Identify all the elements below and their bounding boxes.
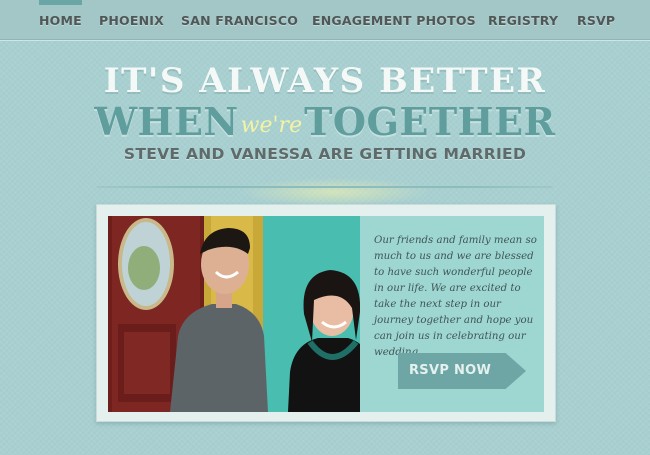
headline-line-2: WHEN we're TOGETHER [94,99,556,144]
nav-rsvp[interactable]: RSVP [577,0,615,40]
headline-when: WHEN [94,99,239,144]
main-nav: HOME PHOENIX SAN FRANCISCO ENGAGEMENT PH… [0,0,650,40]
headline-line-1: IT'S ALWAYS BETTER [103,61,547,101]
headline-were: we're [240,113,303,138]
headline-together: TOGETHER [304,99,556,144]
headline-subtitle: STEVE AND VANESSA ARE GETTING MARRIED [123,145,527,163]
nav-san-francisco[interactable]: SAN FRANCISCO [181,0,298,40]
couple-photo [108,216,388,412]
rsvp-now-button[interactable]: RSVP NOW [398,353,526,389]
nav-phoenix[interactable]: PHOENIX [99,0,164,40]
section-divider [97,186,553,188]
nav-home[interactable]: HOME [39,0,82,40]
hero-message: Our friends and family mean so much to u… [374,235,537,358]
divider-glow [240,178,430,206]
nav-registry[interactable]: REGISTRY [488,0,558,40]
nav-engagement-photos[interactable]: ENGAGEMENT PHOTOS [312,0,476,40]
